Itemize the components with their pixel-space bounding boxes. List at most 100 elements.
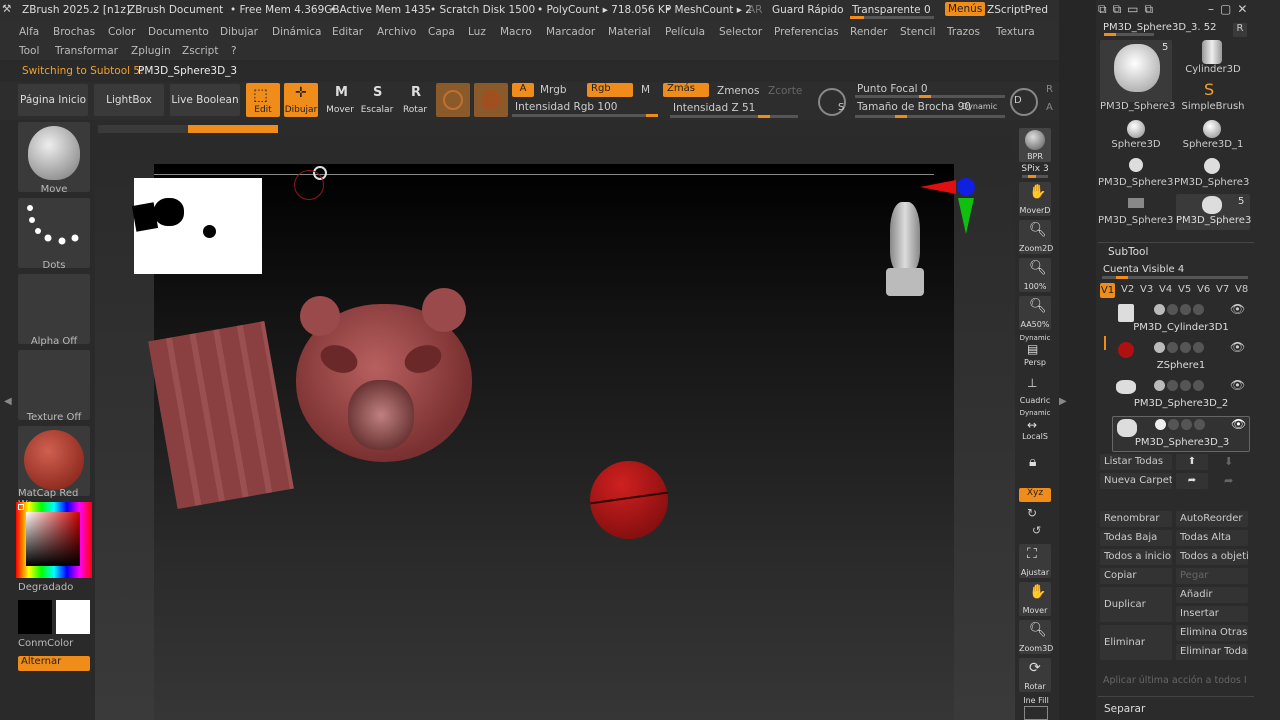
menu-item[interactable]: Tool — [19, 45, 39, 57]
actual-size-button[interactable]: 🔍︎ 100% — [1019, 258, 1051, 292]
arrow-down-icon[interactable]: ⬇ — [1224, 455, 1233, 468]
rgb-intensity-slider[interactable]: Intensidad Rgb 100 — [515, 101, 617, 113]
menu-item[interactable]: Material — [608, 26, 651, 38]
move-button[interactable]: M Mover — [323, 83, 357, 117]
subtool-toggles[interactable] — [1154, 380, 1206, 394]
scale-button[interactable]: S Escalar — [360, 83, 394, 117]
tool-item[interactable]: PM3D_Sphere3I — [1098, 177, 1174, 188]
tool-item[interactable]: Sphere3D — [1100, 139, 1172, 150]
delete-button[interactable]: Eliminar — [1100, 625, 1172, 660]
new-folder-button[interactable]: Nueva Carpeta — [1100, 473, 1172, 489]
split-header[interactable]: Separar — [1104, 703, 1145, 715]
append-button[interactable]: Añadir — [1176, 587, 1248, 603]
rotate-z-icon[interactable]: ↺ — [1032, 524, 1041, 537]
spix-slider[interactable]: SPix 3 — [1019, 164, 1051, 174]
z-axis-gizmo-icon[interactable] — [957, 178, 975, 196]
brush-thumbnail[interactable] — [18, 122, 90, 192]
rotate-3d-button[interactable]: ⟳ Rotar — [1019, 658, 1051, 692]
tool-item[interactable]: Sphere3D_1 — [1176, 139, 1250, 150]
switch-color-label[interactable]: ConmColor — [18, 638, 90, 649]
zcut-toggle[interactable]: Zcorte — [768, 85, 802, 97]
menu-item[interactable]: Película — [665, 26, 705, 38]
menu-item[interactable]: Render — [850, 26, 887, 38]
material-thumbnail[interactable] — [18, 426, 90, 496]
list-all-button[interactable]: Listar Todas — [1100, 454, 1172, 470]
move-to-folder-icon[interactable]: ➦ — [1176, 473, 1208, 489]
dynamic-label[interactable]: Dynamic — [962, 102, 997, 111]
all-to-home-button[interactable]: Todos a inicio — [1100, 549, 1172, 565]
head-mesh[interactable] — [296, 288, 472, 462]
menu-item[interactable]: Archivo — [377, 26, 416, 38]
version-v5[interactable]: V5 — [1178, 284, 1191, 295]
tool-item[interactable]: Cylinder3D — [1176, 64, 1250, 75]
line-fill-button[interactable]: Ine Fill — [1016, 696, 1056, 705]
paste-button[interactable]: Pegar — [1176, 568, 1248, 584]
all-high-button[interactable]: Todas Alta — [1176, 530, 1248, 546]
visible-count-slider[interactable]: Cuenta Visible 4 — [1103, 264, 1184, 275]
eye-icon[interactable]: 👁︎ — [1230, 302, 1245, 316]
menu-item[interactable]: Luz — [468, 26, 486, 38]
menu-item[interactable]: Stencil — [900, 26, 936, 38]
all-to-target-button[interactable]: Todos a objeti — [1176, 549, 1248, 565]
frame-button[interactable]: ⛶ Ajustar — [1019, 544, 1051, 578]
lightbox-button[interactable]: LightBox — [94, 84, 164, 116]
menu-item[interactable]: Zscript — [182, 45, 218, 57]
a-toggle[interactable]: A — [512, 83, 534, 97]
zoom-doc-button[interactable]: 🔍︎ Zoom2D — [1019, 220, 1053, 254]
subtool-row-selected[interactable]: 👁︎ PM3D_Sphere3D_3 — [1112, 416, 1250, 452]
alpha-thumbnail[interactable] — [18, 274, 90, 344]
transparency-slider[interactable]: Transparente 0 — [852, 4, 931, 16]
subtool-header[interactable]: SubTool — [1108, 246, 1148, 258]
duplicate-button[interactable]: Duplicar — [1100, 587, 1172, 622]
aa-half-button[interactable]: 🔍︎ AA50% — [1019, 296, 1051, 330]
mrgb-toggle[interactable]: Mrgb — [540, 84, 567, 96]
texture-thumbnail[interactable] — [18, 350, 90, 420]
arrow-up-icon[interactable]: ⬆ — [1176, 454, 1208, 470]
alternate-button[interactable]: Alternar — [18, 656, 90, 671]
zoom-3d-button[interactable]: 🔍︎ Zoom3D — [1019, 620, 1053, 654]
version-v8[interactable]: V8 — [1235, 284, 1248, 295]
menu-item[interactable]: Marcador — [546, 26, 595, 38]
tool-thumb-selected[interactable]: PM3D_Sphere3 5 — [1176, 194, 1251, 230]
preview-thumbnail[interactable] — [131, 178, 262, 274]
tool-item[interactable]: PM3D_Sphere3 — [1100, 101, 1175, 112]
material-sphere-icon[interactable] — [436, 83, 470, 117]
menu-item[interactable]: Zplugin — [131, 45, 171, 57]
rgb-toggle[interactable]: Rgb — [587, 83, 633, 97]
menu-item[interactable]: Preferencias — [774, 26, 839, 38]
collapse-left-icon[interactable]: ◀ — [4, 396, 12, 407]
gradient-label[interactable]: Degradado — [18, 582, 90, 593]
menu-item[interactable]: Color — [108, 26, 135, 38]
menu-item[interactable]: Transformar — [55, 45, 118, 57]
menu-item[interactable]: Selector — [719, 26, 762, 38]
menu-item[interactable]: Documento — [148, 26, 209, 38]
delete-other-button[interactable]: Elimina Otras — [1176, 625, 1248, 641]
subtool-row[interactable]: 👁︎ PM3D_Cylinder3D1 — [1112, 302, 1250, 338]
window-buttons[interactable]: –▢✕ — [1208, 2, 1253, 16]
rename-button[interactable]: Renombrar — [1100, 511, 1172, 527]
matcap-icon[interactable] — [474, 83, 508, 117]
rotate-y-icon[interactable]: ↻ — [1027, 506, 1037, 520]
tool-item[interactable]: PM3D_Sphere3I — [1098, 215, 1174, 226]
apply-last-action-label[interactable]: Aplicar última acción a todos I — [1103, 675, 1251, 686]
eye-icon[interactable]: 👁︎ — [1230, 378, 1245, 392]
menu-item[interactable]: Editar — [332, 26, 363, 38]
xyz-button[interactable]: Xyz — [1019, 488, 1051, 502]
copy-button[interactable]: Copiar — [1100, 568, 1172, 584]
subtool-toggles[interactable] — [1154, 304, 1206, 318]
x-axis-gizmo-icon[interactable] — [920, 180, 956, 194]
zsub-toggle[interactable]: Zmenos — [717, 85, 759, 97]
version-v4[interactable]: V4 — [1159, 284, 1172, 295]
move-3d-button[interactable]: ✋ Mover — [1019, 582, 1051, 616]
menu-item[interactable]: Textura — [996, 26, 1035, 38]
zscript-pred[interactable]: ZScriptPred — [987, 4, 1048, 16]
all-low-button[interactable]: Todas Baja — [1100, 530, 1172, 546]
eye-icon[interactable]: 👁︎ — [1230, 340, 1245, 354]
y-axis-gizmo-icon[interactable] — [958, 198, 974, 234]
delete-all-button[interactable]: Eliminar Todas — [1176, 644, 1248, 660]
menus-button[interactable]: Menús — [945, 2, 986, 16]
subtool-toggles[interactable] — [1155, 419, 1207, 433]
floor-button[interactable]: ⊥ Cuadric — [1019, 372, 1051, 406]
tool-item[interactable]: PM3D_Sphere3I — [1174, 177, 1250, 188]
menu-item[interactable]: Capa — [428, 26, 455, 38]
